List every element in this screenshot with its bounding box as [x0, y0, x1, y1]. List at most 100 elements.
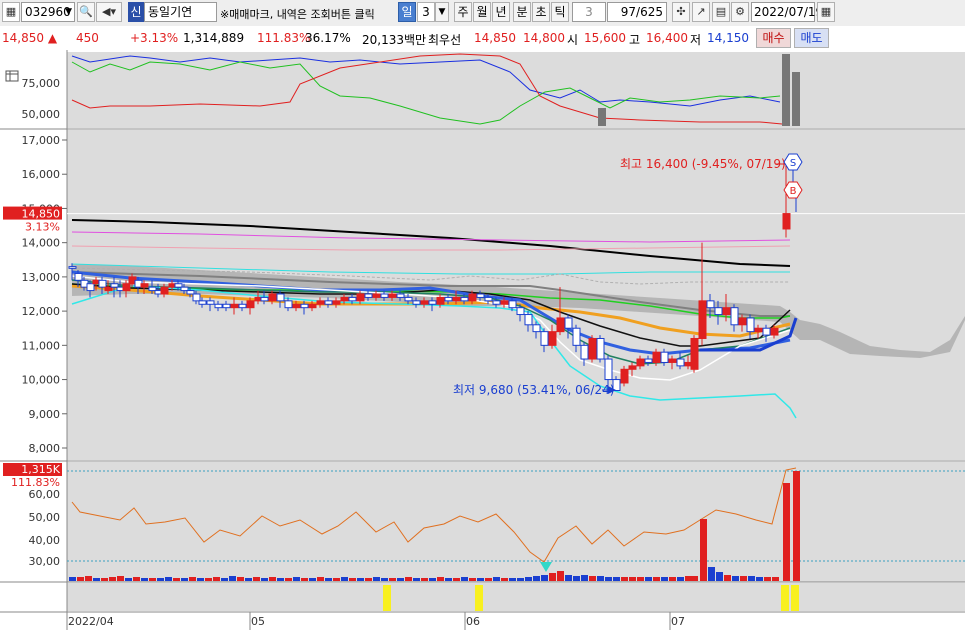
candle [230, 303, 239, 309]
volume-bar [732, 576, 739, 581]
stock-name: 동일기연 [148, 5, 193, 19]
sound-icon[interactable]: ◀▾ [96, 2, 122, 22]
period-second-button[interactable]: 초 [532, 2, 550, 22]
volume-bar [397, 578, 404, 581]
candle [596, 337, 605, 360]
calendar-icon[interactable]: ▦ [817, 2, 835, 22]
volume-tick-label: 40,00 [29, 534, 61, 547]
volume-bar [437, 577, 444, 581]
candle [238, 303, 247, 309]
volume-bar [405, 577, 412, 581]
candle [160, 286, 169, 295]
current-price: 14,850 [2, 31, 44, 45]
period-count[interactable]: 3 [417, 2, 435, 22]
volume-bar [357, 578, 364, 581]
buy-button[interactable]: 매수 [756, 28, 791, 48]
search-icon[interactable]: 🔍 [77, 2, 95, 22]
candle [348, 296, 357, 302]
stock-name-field[interactable]: 동일기연 [144, 2, 217, 22]
signal-panel [67, 583, 965, 611]
volume-bar [181, 578, 188, 581]
sell-marker-label: S [790, 158, 796, 169]
candle [620, 368, 629, 384]
volume-bar [700, 519, 707, 581]
candle [644, 358, 653, 363]
volume-bar [613, 577, 620, 581]
volume-bar [677, 577, 684, 581]
period-month-button[interactable]: 월 [473, 2, 491, 22]
volume-bar [756, 577, 763, 581]
candle [468, 293, 477, 302]
volume-bar [277, 578, 284, 581]
volume-bar [493, 577, 500, 581]
volume-bar [469, 578, 476, 581]
gear-icon[interactable]: ⚙ [731, 2, 749, 22]
market-badge: 신 [128, 2, 144, 22]
period-day-button[interactable]: 일 [398, 2, 416, 22]
volume-bar [285, 578, 292, 581]
volume-bar [549, 573, 556, 581]
stock-chart[interactable]: 17,00016,00015,00014,00013,00012,00011,0… [0, 50, 965, 630]
stock-code-input[interactable]: 032960 ▼ [21, 2, 75, 22]
candle [588, 337, 597, 360]
grid-menu-icon[interactable]: ▦ [2, 2, 20, 22]
candle [396, 293, 405, 298]
chart-area[interactable]: 17,00016,00015,00014,00013,00012,00011,0… [0, 50, 965, 630]
candle [308, 303, 317, 309]
volume-bar [197, 578, 204, 581]
candle [604, 358, 613, 381]
volume-bar [77, 577, 84, 581]
volume-bar [229, 576, 236, 581]
candle [198, 300, 207, 305]
candle [676, 358, 685, 367]
volume-bar [413, 578, 420, 581]
best-bid: 14,800 [523, 31, 565, 45]
candle [420, 300, 429, 305]
volume-bar [189, 577, 196, 581]
price-tick-label: 14,000 [22, 237, 61, 250]
volume-bar [349, 578, 356, 581]
indicator-bar [792, 72, 800, 126]
candle [388, 293, 397, 298]
buy-marker-label: B [790, 186, 797, 197]
volume-bar [724, 575, 731, 581]
volume-bar [525, 577, 532, 581]
candle [532, 324, 541, 333]
candle [652, 351, 661, 363]
price-change-pct: +3.13% [130, 31, 179, 45]
open-label: 시 [567, 33, 579, 47]
candle [110, 283, 119, 288]
save-icon[interactable]: ▤ [712, 2, 730, 22]
quote-bar: 14,850 ▲ 450 +3.13% 1,314,889 111.83% 36… [0, 26, 965, 51]
volume-bar [533, 576, 540, 581]
volume-bar [173, 578, 180, 581]
period-minute-button[interactable]: 분 [513, 2, 531, 22]
period-tick-button[interactable]: 틱 [551, 2, 569, 22]
period-year-button[interactable]: 년 [492, 2, 510, 22]
candle [284, 300, 293, 309]
volume-bar [509, 578, 516, 581]
date-field[interactable]: 2022/07/19 [751, 2, 823, 22]
candle [730, 307, 739, 326]
candle [364, 293, 373, 298]
volume-bar [557, 571, 564, 581]
volume-bar [101, 578, 108, 581]
sell-button[interactable]: 매도 [794, 28, 829, 48]
indicator-tick-label: 75,000 [22, 77, 61, 90]
candle [104, 286, 113, 292]
high-annotation: 최고 16,400 (-9.45%, 07/19) [620, 157, 786, 171]
price-tick-label: 10,000 [22, 374, 61, 387]
candle [722, 307, 731, 316]
volume-bar [245, 578, 252, 581]
draw-tool-icon[interactable]: ↗ [692, 2, 710, 22]
volume-tick-label: 60,00 [29, 488, 61, 501]
volume-bar [637, 577, 644, 581]
period-week-button[interactable]: 주 [454, 2, 472, 22]
candle [436, 296, 445, 305]
period-dropdown-icon[interactable]: ▼ [435, 2, 449, 22]
candle [516, 307, 525, 316]
high-label: 고 [629, 33, 641, 47]
crosshair-icon[interactable]: ✣ [672, 2, 690, 22]
volume-bar [517, 578, 524, 581]
interval-input[interactable]: 3 [572, 2, 606, 22]
